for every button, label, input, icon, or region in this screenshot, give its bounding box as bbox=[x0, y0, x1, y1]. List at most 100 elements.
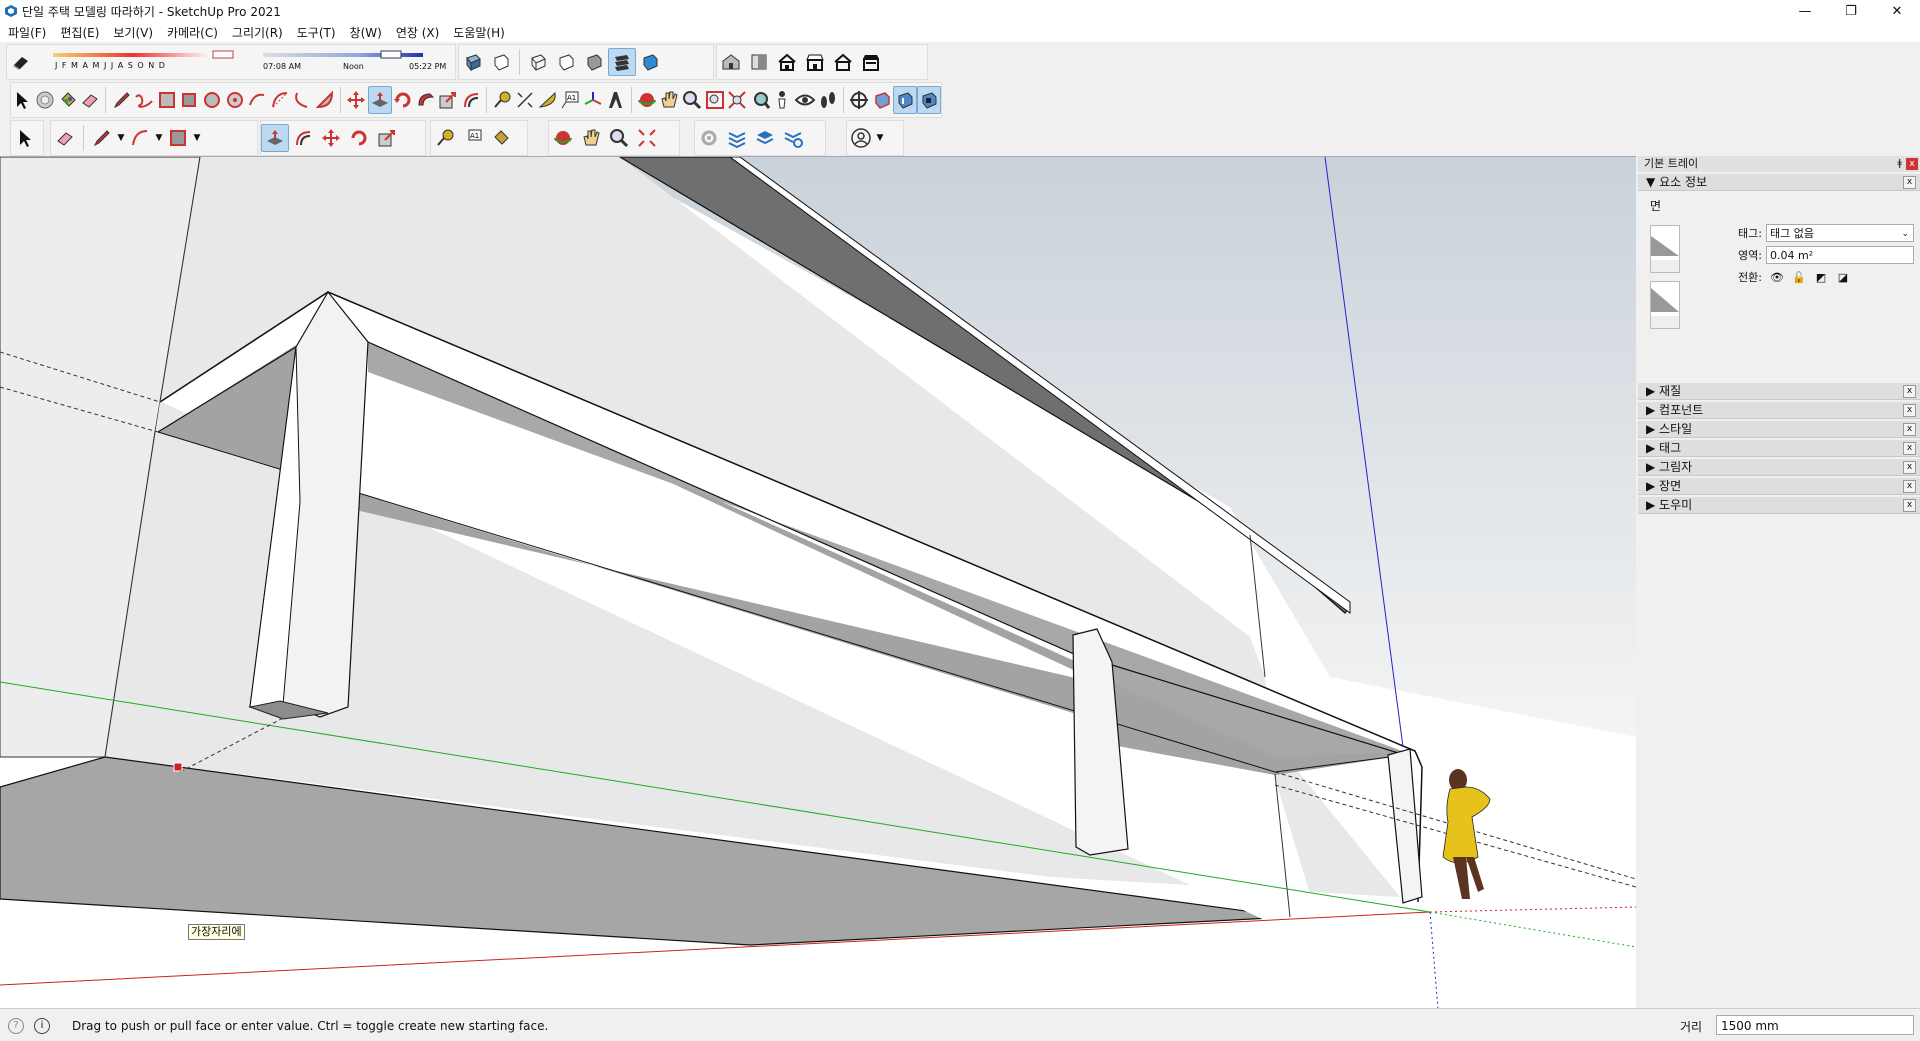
entity-info-header[interactable]: ▼ 요소 정보 x bbox=[1638, 174, 1920, 191]
panel-close-icon[interactable]: x bbox=[1903, 461, 1916, 474]
display-section-planes-button[interactable] bbox=[870, 86, 893, 114]
tray-close-icon[interactable]: x bbox=[1906, 158, 1918, 170]
move-button[interactable] bbox=[345, 86, 368, 114]
panel-styles[interactable]: ▶ 스타일 x bbox=[1638, 421, 1920, 438]
arc-dropdown-icon[interactable]: ▼ bbox=[154, 133, 164, 143]
orbit-button[interactable] bbox=[635, 86, 658, 114]
zoom-window-button[interactable] bbox=[703, 86, 726, 114]
menu-tools[interactable]: 도구(T) bbox=[289, 22, 342, 42]
hidden-line-button[interactable] bbox=[552, 48, 580, 76]
front-material-swatch[interactable] bbox=[1650, 225, 1680, 273]
tape-measure-button[interactable] bbox=[491, 86, 514, 114]
pin-icon[interactable]: ǂ bbox=[1897, 156, 1902, 172]
info-icon[interactable]: i bbox=[34, 1018, 50, 1034]
push-pull-button[interactable] bbox=[367, 86, 392, 114]
eraser-button[interactable] bbox=[79, 86, 102, 114]
arc-button[interactable] bbox=[246, 86, 269, 114]
panel-scenes[interactable]: ▶ 장면 x bbox=[1638, 478, 1920, 495]
scale-button-2[interactable] bbox=[373, 124, 401, 152]
arc-button-2[interactable] bbox=[126, 124, 154, 152]
shapes-button[interactable] bbox=[164, 124, 192, 152]
panel-tags[interactable]: ▶ 태그 x bbox=[1638, 440, 1920, 457]
zoom-extents-button[interactable] bbox=[726, 86, 749, 114]
line-tool-button[interactable] bbox=[110, 86, 133, 114]
paint-bucket-button[interactable] bbox=[56, 86, 79, 114]
polygon-button[interactable] bbox=[223, 86, 246, 114]
cast-shadow-icon[interactable]: ◩ bbox=[1810, 271, 1832, 284]
account-button[interactable] bbox=[847, 124, 875, 152]
text-button-2[interactable]: A1 bbox=[459, 124, 487, 152]
solid-tools-button[interactable] bbox=[695, 124, 723, 152]
lock-icon[interactable]: 🔓 bbox=[1788, 271, 1810, 284]
line-button-2[interactable] bbox=[88, 124, 116, 152]
back-material-swatch[interactable] bbox=[1650, 281, 1680, 329]
rotated-rectangle-button[interactable] bbox=[178, 86, 201, 114]
shadow-settings-button[interactable] bbox=[7, 48, 35, 76]
zoom-extents-button-2[interactable] bbox=[633, 124, 661, 152]
menu-help[interactable]: 도움말(H) bbox=[445, 22, 511, 42]
back-edges-button[interactable] bbox=[487, 48, 515, 76]
close-button[interactable]: ✕ bbox=[1874, 0, 1920, 22]
right-view-button[interactable] bbox=[801, 48, 829, 76]
geo-location-icon[interactable]: ? bbox=[8, 1018, 24, 1034]
receive-shadow-icon[interactable]: ◪ bbox=[1832, 271, 1854, 284]
extension-manager-button[interactable] bbox=[779, 124, 807, 152]
rotate-button-2[interactable] bbox=[345, 124, 373, 152]
orbit-button-2[interactable] bbox=[549, 124, 577, 152]
menu-draw[interactable]: 그리기(R) bbox=[224, 22, 289, 42]
protractor-button[interactable] bbox=[536, 86, 559, 114]
zoom-button-2[interactable] bbox=[605, 124, 633, 152]
menu-file[interactable]: 파일(F) bbox=[0, 22, 52, 42]
freehand-button[interactable] bbox=[133, 86, 156, 114]
zoom-button[interactable] bbox=[681, 86, 704, 114]
offset-button[interactable] bbox=[460, 86, 483, 114]
shadow-timeline[interactable]: J F M A M J J A S O N D 07:08 AM Noon 05… bbox=[43, 47, 463, 77]
panel-components[interactable]: ▶ 컴포넌트 x bbox=[1638, 402, 1920, 419]
rotate-button[interactable] bbox=[392, 86, 415, 114]
push-pull-button-2[interactable] bbox=[261, 124, 289, 152]
two-point-arc-button[interactable] bbox=[269, 86, 292, 114]
three-point-arc-button[interactable] bbox=[291, 86, 314, 114]
paint-button-2[interactable] bbox=[487, 124, 515, 152]
scale-button[interactable] bbox=[437, 86, 460, 114]
menu-edit[interactable]: 편집(E) bbox=[52, 22, 105, 42]
extension-warehouse-button[interactable] bbox=[751, 124, 779, 152]
measurements-input[interactable]: 1500 mm bbox=[1716, 1015, 1914, 1035]
minimize-button[interactable]: — bbox=[1782, 0, 1828, 22]
3d-warehouse-button[interactable] bbox=[723, 124, 751, 152]
move-button-2[interactable] bbox=[317, 124, 345, 152]
front-view-button[interactable] bbox=[773, 48, 801, 76]
panel-shadows[interactable]: ▶ 그림자 x bbox=[1638, 459, 1920, 476]
look-around-button[interactable] bbox=[794, 86, 817, 114]
axes-button[interactable] bbox=[581, 86, 604, 114]
menu-extensions[interactable]: 연장 (X) bbox=[388, 22, 445, 42]
select-tool-button[interactable] bbox=[11, 86, 34, 114]
circle-button[interactable] bbox=[201, 86, 224, 114]
rectangle-button[interactable] bbox=[155, 86, 178, 114]
xray-button[interactable] bbox=[459, 48, 487, 76]
panel-close-icon[interactable]: x bbox=[1903, 423, 1916, 436]
make-component-button[interactable] bbox=[34, 86, 57, 114]
position-camera-button[interactable] bbox=[771, 86, 794, 114]
panel-close-icon[interactable]: x bbox=[1903, 176, 1916, 189]
shaded-button[interactable] bbox=[580, 48, 608, 76]
offset-button-2[interactable] bbox=[289, 124, 317, 152]
area-field[interactable]: 0.04 m² bbox=[1766, 246, 1914, 264]
panel-instructor[interactable]: ▶ 도우미 x bbox=[1638, 497, 1920, 514]
panel-close-icon[interactable]: x bbox=[1903, 385, 1916, 398]
tape-button-2[interactable] bbox=[431, 124, 459, 152]
wireframe-button[interactable] bbox=[524, 48, 552, 76]
pie-button[interactable] bbox=[314, 86, 337, 114]
3d-text-button[interactable] bbox=[604, 86, 627, 114]
section-plane-button[interactable] bbox=[848, 86, 871, 114]
iso-view-button[interactable] bbox=[717, 48, 745, 76]
panel-close-icon[interactable]: x bbox=[1903, 499, 1916, 512]
walk-button[interactable] bbox=[816, 86, 839, 114]
pan-button[interactable] bbox=[658, 86, 681, 114]
eraser-button-2[interactable] bbox=[51, 124, 79, 152]
shapes-dropdown-icon[interactable]: ▼ bbox=[192, 133, 202, 143]
back-view-button[interactable] bbox=[829, 48, 857, 76]
model-canvas[interactable] bbox=[0, 157, 1636, 1009]
dimension-button[interactable] bbox=[514, 86, 537, 114]
display-section-fill-button[interactable] bbox=[917, 86, 941, 114]
